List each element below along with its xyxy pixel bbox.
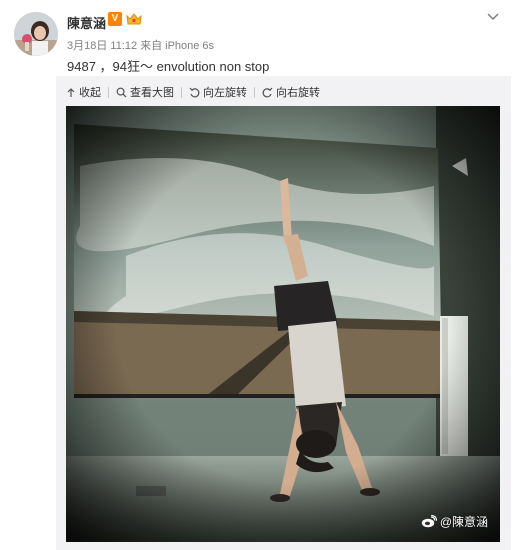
photo-illustration xyxy=(66,106,500,542)
rotate-right-icon xyxy=(262,87,273,97)
via-prefix: 来自 xyxy=(140,40,163,52)
avatar[interactable] xyxy=(14,12,58,56)
post-photo[interactable]: @陳意涵 xyxy=(66,106,500,542)
view-large-label: 查看大图 xyxy=(130,87,174,99)
crown-badge-icon[interactable] xyxy=(126,12,142,26)
rotate-left-icon xyxy=(189,87,200,97)
chevron-down-icon[interactable] xyxy=(486,10,500,22)
view-large-button[interactable]: 查看大图 xyxy=(116,84,174,100)
verified-badge[interactable]: V xyxy=(108,12,122,26)
post-meta: 3月18日 11:12 来自 iPhone 6s xyxy=(67,37,217,53)
weibo-logo-icon xyxy=(421,515,437,528)
rotate-left-button[interactable]: 向左旋转 xyxy=(189,84,247,100)
rotate-left-label: 向左旋转 xyxy=(203,87,247,99)
collapse-arrow-icon xyxy=(67,87,75,97)
weibo-post: 陳意涵 V 3月18日 11:12 来自 iPhone 6s 9487 ，94狂～ … xyxy=(0,0,514,550)
post-timestamp[interactable]: 3月18日 11:12 xyxy=(67,40,137,52)
user-badges: V xyxy=(108,12,142,26)
collapse-label: 收起 xyxy=(79,87,101,99)
watermark-text: @陳意涵 xyxy=(439,515,488,529)
collapse-button[interactable]: 收起 xyxy=(66,84,101,100)
toolbar-divider xyxy=(108,86,109,98)
photo-watermark: @陳意涵 xyxy=(421,513,488,530)
toolbar-divider xyxy=(181,86,182,98)
media-toolbar: 收起 查看大图 向左旋转 向右旋转 xyxy=(66,85,320,99)
post-source: iPhone 6s xyxy=(165,40,215,52)
username[interactable]: 陳意涵 xyxy=(67,13,106,32)
post-text: 9487 ，94狂～ envolution non stop xyxy=(67,59,270,74)
rotate-right-label: 向右旋转 xyxy=(276,87,320,99)
rotate-right-button[interactable]: 向右旋转 xyxy=(262,84,320,100)
toolbar-divider xyxy=(254,86,255,98)
magnifier-icon xyxy=(116,87,127,97)
